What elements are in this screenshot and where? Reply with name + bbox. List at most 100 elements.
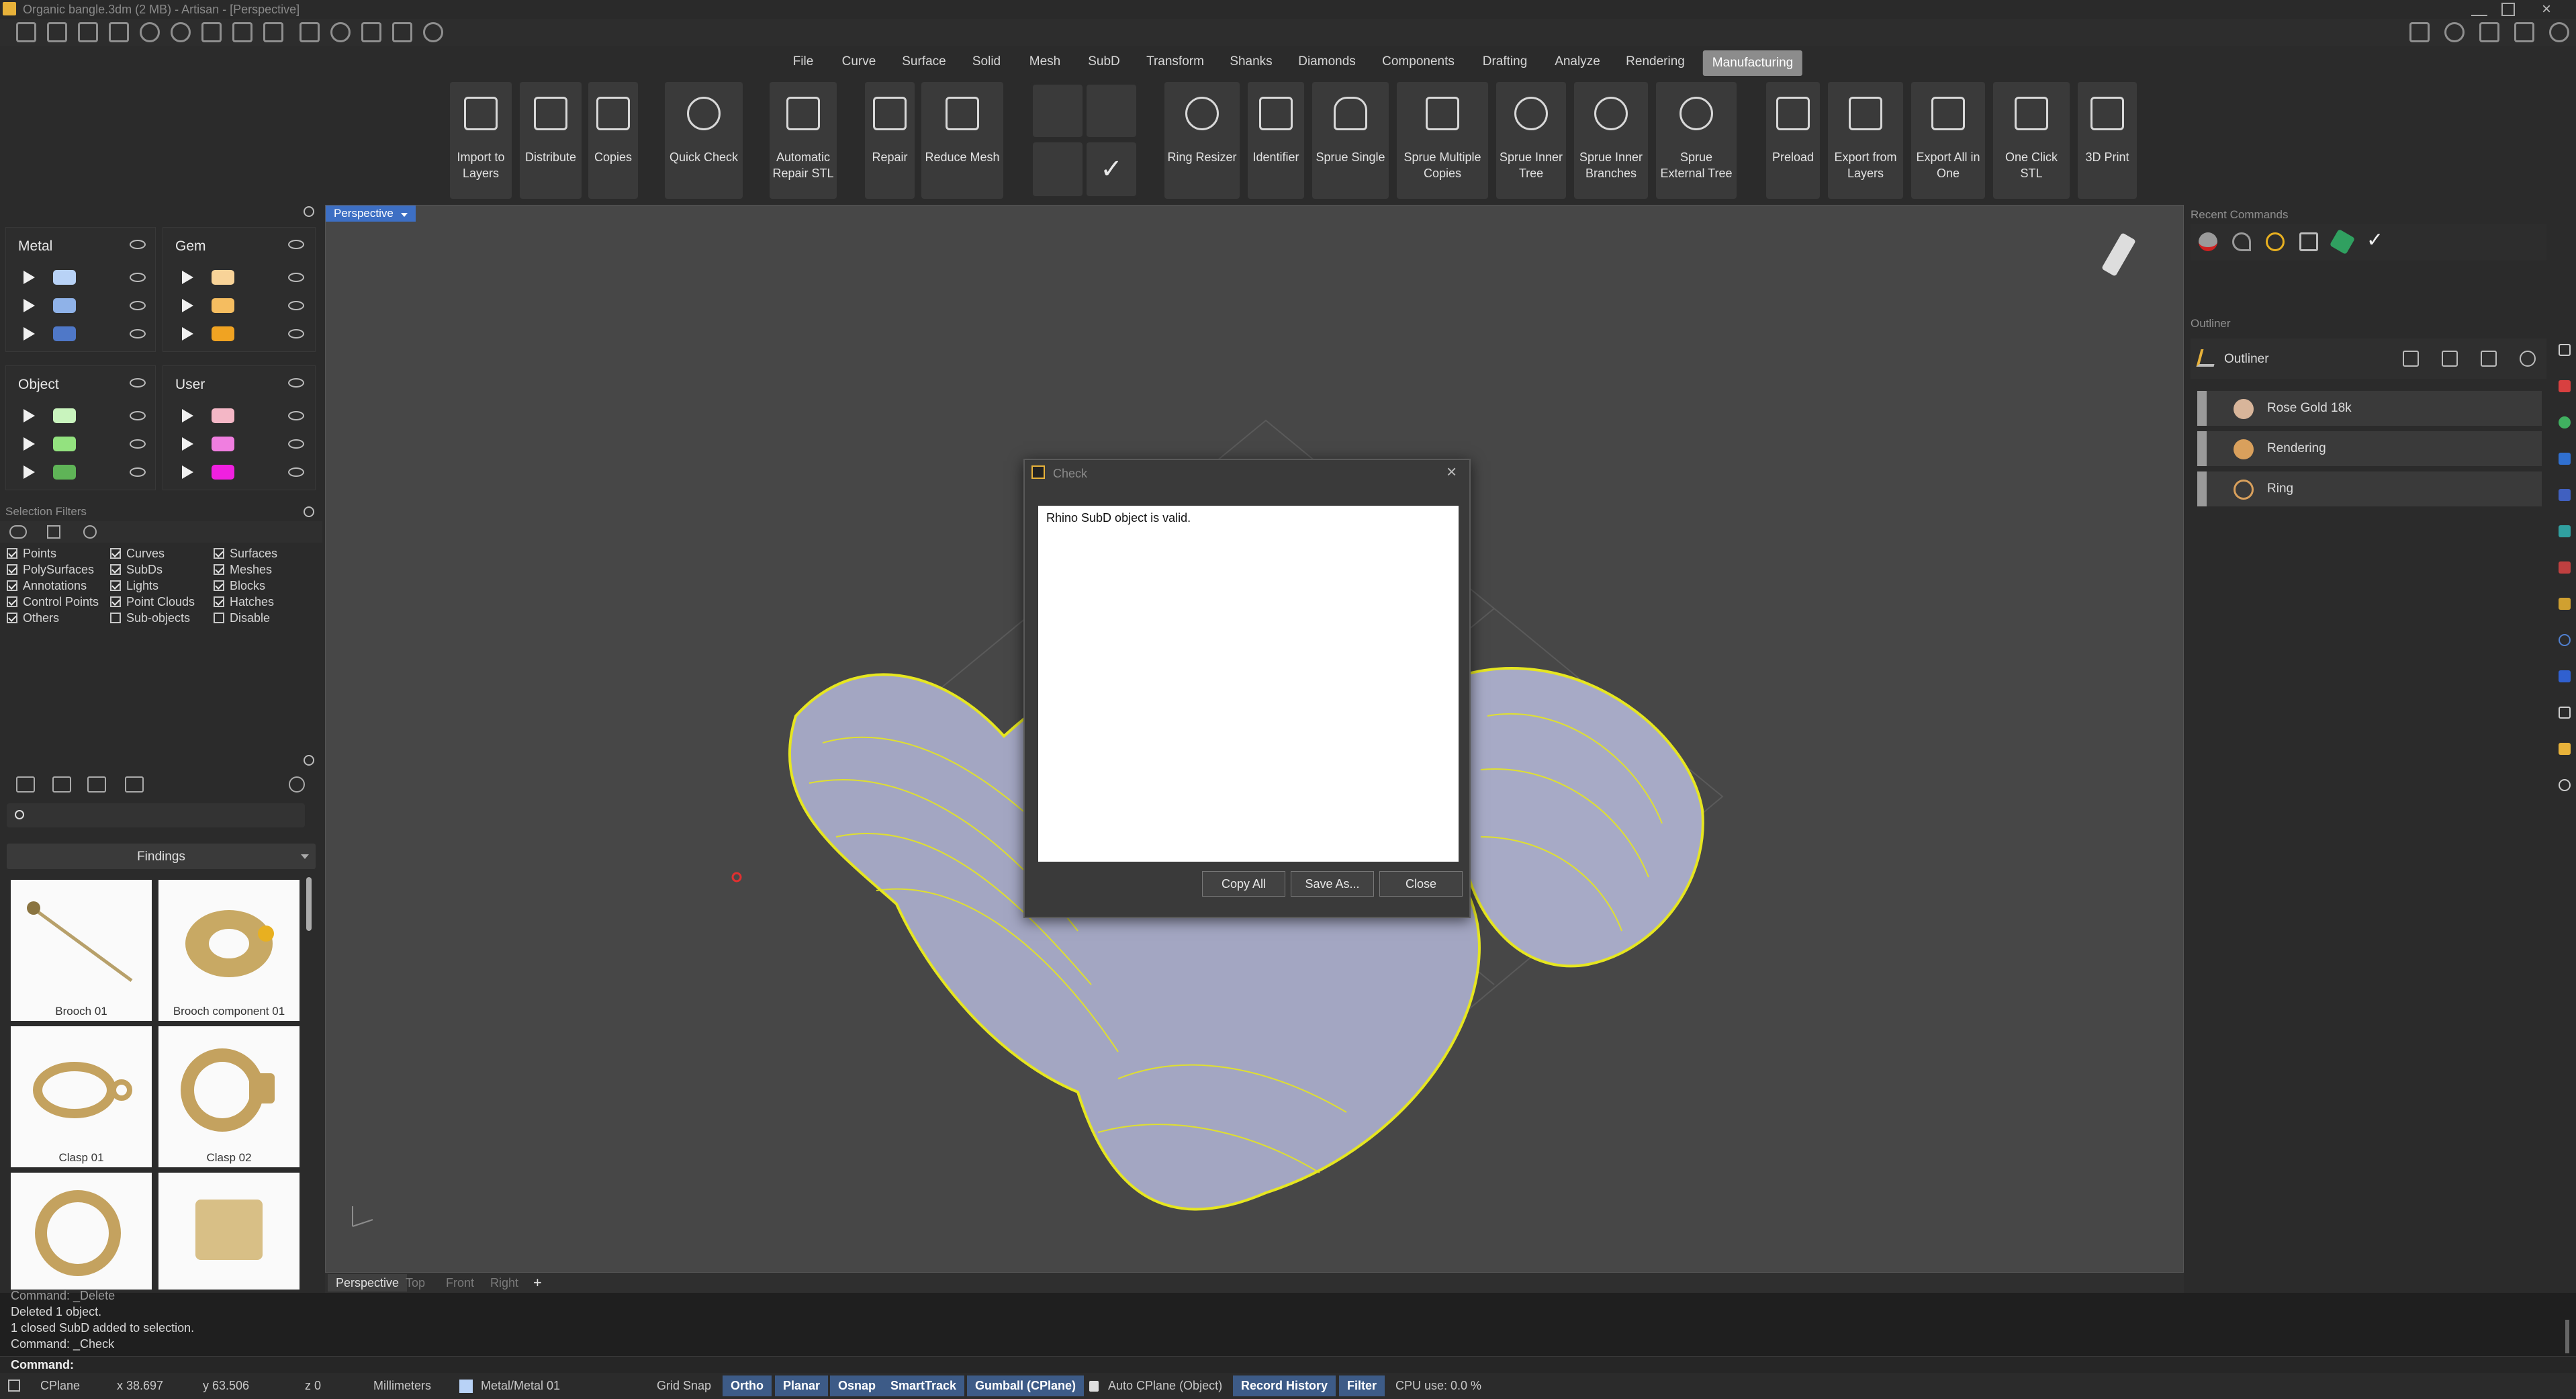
outliner-item-rose-gold[interactable]: Rose Gold 18k [2197,391,2542,426]
play-icon[interactable] [24,271,35,284]
tab-subd[interactable]: SubD [1078,46,1130,78]
sprue-inner-tree-button[interactable]: Sprue Inner Tree [1496,82,1566,199]
eye-icon[interactable] [288,378,304,388]
refresh-icon[interactable] [2520,351,2536,367]
display-icon[interactable] [2559,453,2571,465]
tab-shanks[interactable]: Shanks [1220,46,1281,78]
tab-diamonds[interactable]: Diamonds [1289,46,1365,78]
ring-resizer-button[interactable]: Ring Resizer [1164,82,1240,199]
eye-icon[interactable] [288,240,304,249]
checkbox[interactable] [214,548,224,559]
library-add-folder-icon[interactable] [52,776,71,793]
eye-icon[interactable] [130,240,146,249]
open-folder-icon[interactable] [109,22,129,42]
crosshair-icon[interactable] [2266,232,2285,251]
filter-control-points[interactable]: Control Points [7,595,99,609]
render-sphere-icon[interactable] [2199,232,2217,251]
play-icon[interactable] [182,327,193,341]
checkbox[interactable] [110,580,121,591]
transform-icon[interactable] [300,22,320,42]
library-scrollbar[interactable] [306,877,312,931]
sprue-multiple-copies-button[interactable]: Sprue Multiple Copies [1397,82,1488,199]
automatic-repair-stl-button[interactable]: Automatic Repair STL [770,82,837,199]
dialog-close-icon[interactable]: × [1446,461,1457,482]
library-folder-icon[interactable] [16,776,35,793]
copies-button[interactable]: Copies [588,82,638,199]
play-icon[interactable] [24,437,35,451]
layer-color-swatch[interactable] [53,298,76,313]
tab-manufacturing[interactable]: Manufacturing [1702,50,1803,76]
auto-cplane-toggle[interactable]: Auto CPlane (Object) [1108,1373,1222,1399]
one-click-stl-button[interactable]: One Click STL [1993,82,2070,199]
save-icon[interactable] [2299,232,2318,251]
filter-subds[interactable]: SubDs [110,563,163,577]
reduce-mesh-button[interactable]: Reduce Mesh [921,82,1003,199]
grid-snap-toggle[interactable]: Grid Snap [657,1373,711,1399]
layer-color-swatch[interactable] [53,465,76,480]
gumball-toggle[interactable]: Gumball (CPlane) [967,1375,1085,1396]
checkmark-icon[interactable]: ✓ [1087,142,1136,196]
eye-icon[interactable] [288,301,304,310]
eye-icon[interactable] [130,439,146,449]
help-icon[interactable] [2549,22,2569,42]
eye-icon[interactable] [130,467,146,477]
filter-points[interactable]: Points [7,547,56,561]
command-line[interactable]: Command: [0,1356,2576,1373]
eye-icon[interactable] [130,273,146,282]
3d-print-button[interactable]: 3D Print [2078,82,2137,199]
eye-icon[interactable] [288,411,304,420]
edit-icon[interactable] [2481,351,2497,367]
filter-gear-icon[interactable] [83,525,97,539]
tab-right[interactable]: Right [490,1274,518,1292]
play-icon[interactable] [24,465,35,479]
save-all-icon[interactable] [263,22,283,42]
checkbox[interactable] [7,613,17,623]
checkbox[interactable] [110,596,121,607]
filter-toggle[interactable]: Filter [1339,1375,1385,1396]
checkbox[interactable] [214,564,224,575]
sprue-external-tree-button[interactable]: Sprue External Tree [1656,82,1737,199]
panel-settings-icon[interactable] [304,206,314,217]
color-wheel-icon[interactable] [2559,416,2571,428]
filter-polysurfaces[interactable]: PolySurfaces [7,563,94,577]
library-item-clasp-02[interactable]: Clasp 02 [158,1026,300,1167]
eye-icon[interactable] [288,439,304,449]
minimize-button[interactable] [2471,3,2487,16]
play-icon[interactable] [182,465,193,479]
checkbox[interactable] [7,548,17,559]
filter-disable[interactable]: Disable [214,611,270,625]
quick-check-button[interactable]: Quick Check [665,82,743,199]
eye-icon[interactable] [288,329,304,339]
play-icon[interactable] [24,299,35,312]
dialog-message-area[interactable]: Rhino SubD object is valid. [1038,506,1459,862]
filter-lights[interactable]: Lights [110,579,158,593]
eye-icon[interactable] [288,273,304,282]
save-icon[interactable] [201,22,222,42]
checkbox[interactable] [110,548,121,559]
toolbar-right-3-icon[interactable] [2479,22,2499,42]
new-template-icon[interactable] [47,22,67,42]
osnap-toggle[interactable]: Osnap [830,1375,884,1396]
redo-icon[interactable] [171,22,191,42]
checkbox[interactable] [214,613,224,623]
layer-color-swatch[interactable] [53,270,76,285]
layer-color-swatch[interactable] [53,437,76,451]
properties-icon[interactable] [2559,344,2571,356]
tab-analyze[interactable]: Analyze [1545,46,1610,78]
checkbox[interactable] [110,613,121,623]
tab-drafting[interactable]: Drafting [1473,46,1537,78]
new-file-icon[interactable] [16,22,36,42]
checkbox[interactable] [110,564,121,575]
help-circle-icon[interactable] [2559,634,2571,646]
play-icon[interactable] [24,327,35,341]
checkbox[interactable] [214,596,224,607]
library-item-brooch-01[interactable]: Brooch 01 [11,880,152,1021]
pick-icon[interactable] [2403,351,2419,367]
filter-curves[interactable]: Curves [110,547,165,561]
layer-color-swatch[interactable] [212,270,234,285]
texture-icon[interactable] [2559,598,2571,610]
library-category-dropdown[interactable]: Findings [7,844,316,869]
library-grid-icon[interactable] [125,776,144,793]
light-icon[interactable] [2559,561,2571,574]
library-item-clasp-01[interactable]: Clasp 01 [11,1026,152,1167]
